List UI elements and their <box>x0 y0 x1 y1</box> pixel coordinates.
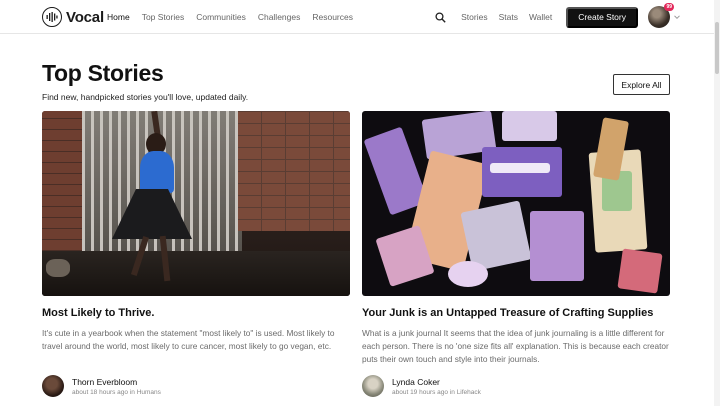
page-subtitle: Find new, handpicked stories you'll love… <box>42 92 249 102</box>
author-name[interactable]: Lynda Coker <box>392 377 481 387</box>
primary-nav: Home Top Stories Communities Challenges … <box>107 0 365 34</box>
story-cover-image[interactable] <box>42 111 350 296</box>
vocal-logo-icon <box>42 7 62 27</box>
nav-wallet[interactable]: Wallet <box>529 12 552 22</box>
story-author: Thorn Everbloom about 18 hours ago in Hu… <box>42 375 350 397</box>
nav-home[interactable]: Home <box>107 12 130 22</box>
story-cover-image[interactable] <box>362 111 670 296</box>
explore-all-button[interactable]: Explore All <box>613 74 670 95</box>
user-menu[interactable]: 99 <box>648 3 680 28</box>
chevron-down-icon <box>674 15 680 20</box>
search-icon[interactable] <box>433 10 447 24</box>
story-card[interactable]: Your Junk is an Untapped Treasure of Cra… <box>362 111 670 397</box>
page-scrollbar[interactable] <box>714 0 720 406</box>
brand-logo[interactable]: Vocal <box>42 7 104 27</box>
story-excerpt: It's cute in a yearbook when the stateme… <box>42 328 335 351</box>
nav-challenges[interactable]: Challenges <box>258 12 301 22</box>
nav-communities[interactable]: Communities <box>196 12 246 22</box>
scrollbar-thumb[interactable] <box>715 22 719 74</box>
story-excerpt: What is a junk journal It seems that the… <box>362 328 669 364</box>
nav-stories[interactable]: Stories <box>461 12 487 22</box>
nav-stats[interactable]: Stats <box>499 12 518 22</box>
story-author: Lynda Coker about 19 hours ago in Lifeha… <box>362 375 670 397</box>
story-title[interactable]: Most Likely to Thrive. <box>42 307 350 319</box>
author-name[interactable]: Thorn Everbloom <box>72 377 161 387</box>
author-avatar[interactable] <box>42 375 64 397</box>
nav-top-stories[interactable]: Top Stories <box>142 12 185 22</box>
story-title[interactable]: Your Junk is an Untapped Treasure of Cra… <box>362 307 670 319</box>
story-meta: about 18 hours ago in Humans <box>72 388 161 396</box>
notification-badge: 99 <box>664 3 674 11</box>
top-navigation-bar: Vocal Home Top Stories Communities Chall… <box>0 0 720 34</box>
story-card[interactable]: Most Likely to Thrive. It's cute in a ye… <box>42 111 350 397</box>
account-nav: Stories Stats Wallet Create Story 99 <box>433 0 680 34</box>
brand-name: Vocal <box>66 8 104 26</box>
page-title: Top Stories <box>42 60 164 86</box>
story-meta: about 19 hours ago in Lifehack <box>392 388 481 396</box>
create-story-button[interactable]: Create Story <box>566 6 638 28</box>
nav-resources[interactable]: Resources <box>312 12 353 22</box>
author-avatar[interactable] <box>362 375 384 397</box>
